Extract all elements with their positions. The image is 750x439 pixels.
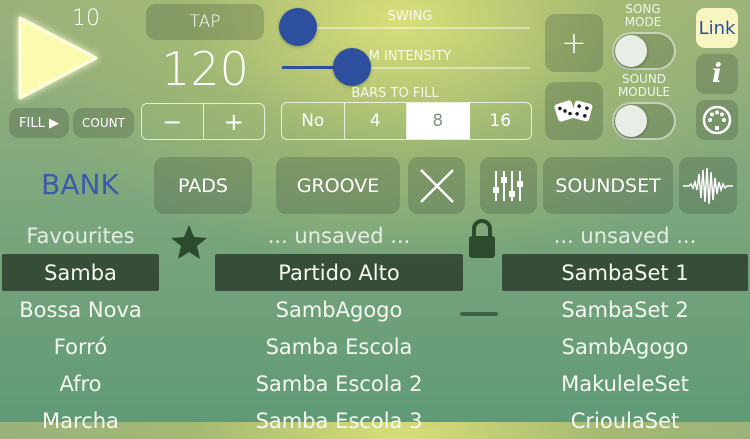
favourite-star-icon[interactable]	[170, 224, 208, 264]
link-button[interactable]: Link	[696, 8, 738, 48]
bars-to-fill-selector[interactable]: No 4 8 16	[281, 102, 532, 140]
list-item-selected[interactable]: Samba	[2, 254, 159, 291]
pads-button[interactable]: PADS	[154, 157, 252, 214]
bars-option-8[interactable]: 8	[407, 103, 470, 139]
sound-module-label: SOUND MODULE	[617, 72, 671, 99]
list-item-selected[interactable]: SambaSet 1	[502, 254, 748, 291]
list-item[interactable]: Samba Escola 3	[215, 402, 463, 439]
list-item[interactable]: ... unsaved ...	[215, 217, 463, 254]
swing-label: SWING	[387, 9, 433, 24]
groove-list[interactable]: ... unsaved ... Partido Alto SambAgogo S…	[215, 217, 463, 439]
tempo-plus-button[interactable]: +	[204, 104, 265, 139]
bank-header: BANK	[41, 168, 119, 201]
tempo-minus-button[interactable]: −	[142, 104, 204, 139]
song-mode-label: SONG MODE	[624, 2, 662, 29]
scroll-indicator	[460, 312, 498, 316]
clear-button[interactable]	[408, 157, 465, 214]
list-item[interactable]: MakuleleSet	[502, 365, 748, 402]
list-item[interactable]: Samba Escola 2	[215, 365, 463, 402]
bank-list[interactable]: Favourites Samba Bossa Nova Forró Afro M…	[2, 217, 159, 439]
bars-to-fill-label: BARS TO FILL	[351, 86, 439, 101]
list-item[interactable]: SambaSet 2	[502, 291, 748, 328]
list-item[interactable]: Favourites	[2, 217, 159, 254]
dice-icon	[554, 100, 593, 122]
bar-counter: 10	[72, 6, 100, 31]
bars-option-no[interactable]: No	[282, 103, 345, 139]
info-icon: i	[712, 59, 722, 89]
waveform-button[interactable]	[679, 157, 737, 214]
soundset-list[interactable]: ... unsaved ... SambaSet 1 SambaSet 2 Sa…	[502, 217, 748, 439]
list-item[interactable]: Forró	[2, 328, 159, 365]
list-item[interactable]: CrioulaSet	[502, 402, 748, 439]
sound-module-toggle[interactable]	[612, 102, 676, 140]
lock-icon[interactable]	[466, 218, 498, 264]
swing-slider-track[interactable]	[282, 27, 530, 29]
list-item[interactable]: Bossa Nova	[2, 291, 159, 328]
list-item[interactable]: SambAgogo	[215, 291, 463, 328]
midi-button[interactable]	[696, 100, 738, 140]
intensity-slider-knob[interactable]	[333, 48, 371, 86]
list-item-selected[interactable]: Partido Alto	[215, 254, 463, 291]
bars-option-16[interactable]: 16	[470, 103, 532, 139]
list-item[interactable]: Marcha	[2, 402, 159, 439]
info-button[interactable]: i	[696, 54, 738, 94]
list-item[interactable]: ... unsaved ...	[502, 217, 748, 254]
list-item[interactable]: Samba Escola	[215, 328, 463, 365]
midi-icon	[702, 105, 732, 135]
add-button[interactable]: +	[545, 14, 603, 72]
bars-option-4[interactable]: 4	[345, 103, 407, 139]
mixer-sliders-icon	[492, 170, 523, 201]
close-x-icon	[419, 168, 454, 203]
song-mode-toggle[interactable]	[612, 32, 676, 70]
mixer-button[interactable]	[480, 157, 537, 214]
list-item[interactable]: SambAgogo	[502, 328, 748, 365]
tempo-stepper[interactable]: − +	[141, 103, 265, 140]
groove-button[interactable]: GROOVE	[276, 157, 400, 214]
list-item[interactable]: Afro	[2, 365, 159, 402]
swing-slider-knob[interactable]	[279, 8, 317, 46]
soundset-button[interactable]: SOUNDSET	[543, 157, 673, 214]
fill-button[interactable]: FILL ▶	[9, 108, 69, 138]
waveform-icon	[683, 167, 733, 204]
tap-button[interactable]: TAP	[146, 4, 264, 40]
tempo-display: 120	[161, 42, 249, 96]
count-button[interactable]: COUNT	[73, 108, 134, 138]
random-button[interactable]	[545, 82, 603, 140]
